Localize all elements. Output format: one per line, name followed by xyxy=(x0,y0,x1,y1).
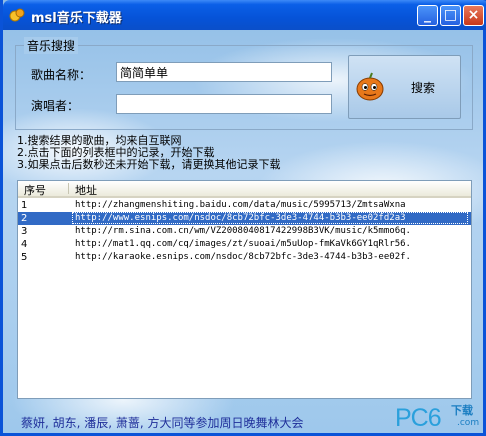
maximize-button[interactable]: □ xyxy=(440,5,461,26)
column-header-url[interactable]: 地址 xyxy=(75,182,97,198)
list-item[interactable]: 5 http://karaoke.esnips.com/nsdoc/8cb72b… xyxy=(18,251,471,264)
results-list[interactable]: 序号 地址 1 http://zhangmenshiting.baidu.com… xyxy=(17,180,472,399)
search-button-label: 搜索 xyxy=(411,81,436,95)
watermark-logo: PC6 xyxy=(395,404,442,432)
app-window: msl音乐下载器 _ □ × 音乐搜搜 歌曲名称： 演唱者： 搜索 1.搜索结果… xyxy=(0,0,486,436)
minimize-button[interactable]: _ xyxy=(417,5,438,26)
window-title: msl音乐下载器 xyxy=(31,11,122,26)
row-url: http://mat1.qq.com/cq/images/zt/suoai/m5… xyxy=(75,239,411,249)
close-button[interactable]: × xyxy=(463,5,484,26)
search-button[interactable]: 搜索 xyxy=(348,55,461,119)
column-separator[interactable] xyxy=(68,183,69,194)
row-url: http://rm.sina.com.cn/wm/VZ2008040817422… xyxy=(75,226,411,236)
watermark-sub: 下载 xyxy=(451,404,473,417)
singer-input[interactable] xyxy=(116,94,332,114)
row-number: 3 xyxy=(21,226,28,237)
pc6-watermark: PC6 下载 .com xyxy=(395,402,485,434)
row-number: 4 xyxy=(21,239,28,250)
list-item[interactable]: 1 http://zhangmenshiting.baidu.com/data/… xyxy=(18,199,471,212)
row-number: 1 xyxy=(21,200,28,211)
title-bar[interactable]: msl音乐下载器 _ □ × xyxy=(3,0,486,30)
song-name-label: 歌曲名称： xyxy=(31,68,92,82)
pumpkin-icon xyxy=(356,72,384,101)
list-item-selected[interactable]: 2 http://www.esnips.com/nsdoc/8cb72bfc-3… xyxy=(18,212,471,225)
list-header: 序号 地址 xyxy=(18,181,471,198)
news-marquee[interactable]: 蔡妍, 胡东, 潘辰, 萧蔷, 方大同等参加周日晚舞林大会 xyxy=(21,414,304,431)
list-item[interactable]: 4 http://mat1.qq.com/cq/images/zt/suoai/… xyxy=(18,238,471,251)
song-name-input[interactable] xyxy=(116,62,332,82)
watermark-dotcom: .com xyxy=(457,418,480,428)
row-number: 2 xyxy=(21,213,28,224)
column-header-number[interactable]: 序号 xyxy=(24,182,46,198)
singer-label: 演唱者： xyxy=(31,99,80,113)
row-url: http://zhangmenshiting.baidu.com/data/mu… xyxy=(75,200,406,210)
row-number: 5 xyxy=(21,252,28,263)
group-label: 音乐搜搜 xyxy=(24,37,79,54)
instruction-line: 3.如果点击后数秒还未开始下载，请更换其他记录下载 xyxy=(17,158,281,171)
app-icon xyxy=(9,8,25,22)
row-url: http://www.esnips.com/nsdoc/8cb72bfc-3de… xyxy=(75,213,406,223)
list-item[interactable]: 3 http://rm.sina.com.cn/wm/VZ20080408174… xyxy=(18,225,471,238)
row-url: http://karaoke.esnips.com/nsdoc/8cb72bfc… xyxy=(75,252,411,262)
instructions: 1.搜索结果的歌曲，均来自互联网 2.点击下面的列表框中的记录，开始下载 3.如… xyxy=(17,135,281,171)
